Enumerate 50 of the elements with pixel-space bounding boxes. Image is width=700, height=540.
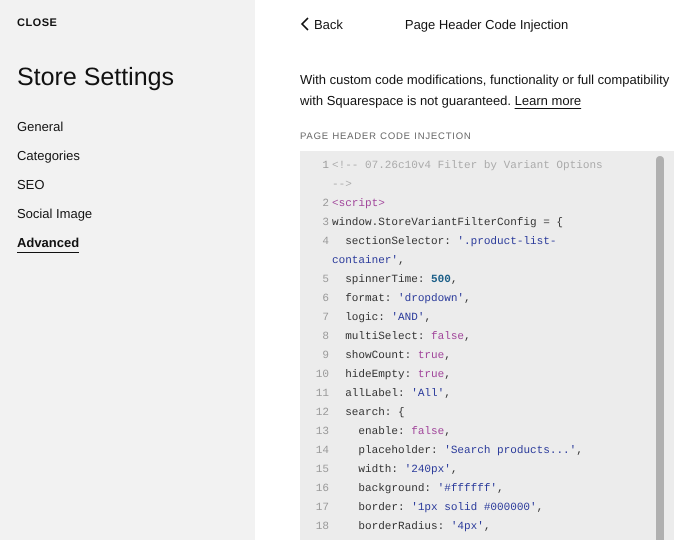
line-number: 3 xyxy=(321,216,330,231)
line-number: 8 xyxy=(321,330,330,345)
scrollbar[interactable] xyxy=(656,156,664,540)
code-line: hideEmpty: true, xyxy=(344,368,452,383)
code-line: showCount: true, xyxy=(344,349,452,364)
line-number: 13 xyxy=(314,425,330,440)
sidebar-item[interactable]: Social Image xyxy=(17,205,92,224)
learn-more-link[interactable]: Learn more xyxy=(514,93,582,108)
line-number: 10 xyxy=(314,368,330,383)
line-number: 7 xyxy=(321,311,330,326)
line-number: 16 xyxy=(314,482,330,497)
sidebar-title: Store Settings xyxy=(17,63,176,92)
sidebar-item[interactable]: SEO xyxy=(17,176,44,195)
code-line: spinnerTime: 500, xyxy=(344,273,458,288)
close-button[interactable]: CLOSE xyxy=(17,17,58,29)
sidebar-item[interactable]: Categories xyxy=(17,147,80,166)
code-line: multiSelect: false, xyxy=(344,330,472,345)
code-line: background: '#ffffff', xyxy=(357,482,505,497)
line-number: 9 xyxy=(321,349,330,364)
code-line: width: '240px', xyxy=(357,463,458,478)
sidebar-item[interactable]: Advanced xyxy=(17,234,80,253)
page-title: Page Header Code Injection xyxy=(404,16,568,32)
line-number: 12 xyxy=(314,406,330,421)
code-line: format: 'dropdown', xyxy=(344,292,472,307)
code-line: window.StoreVariantFilterConfig = { xyxy=(332,216,564,231)
line-number: 14 xyxy=(314,444,330,459)
line-number: 18 xyxy=(314,520,330,535)
sidebar-item[interactable]: General xyxy=(17,118,64,137)
line-number: 5 xyxy=(321,273,330,288)
warning-text: With custom code modifications, functionality or full compatibility with Squarespace is not guaranteed. Learn more xyxy=(300,71,670,110)
code-line: search: { xyxy=(344,406,406,421)
code-line: <!-- 07.26c10v4 Filter by Variant Options --> xyxy=(332,159,604,193)
code-line: enable: false, xyxy=(357,425,452,440)
back-button[interactable]: Back xyxy=(300,16,343,32)
line-number: 2 xyxy=(321,197,330,212)
line-number: 11 xyxy=(314,387,330,402)
line-number: 15 xyxy=(314,463,330,478)
line-number: 1 xyxy=(321,159,330,174)
code-line: <script> xyxy=(332,197,386,212)
line-number: 6 xyxy=(321,292,330,307)
code-editor[interactable] xyxy=(300,151,674,540)
editor-label: PAGE HEADER CODE INJECTION xyxy=(300,131,473,142)
line-number: 4 xyxy=(321,235,330,250)
line-number: 17 xyxy=(314,501,330,516)
code-line: logic: 'AND', xyxy=(344,311,432,326)
chevron-left-icon xyxy=(300,17,310,31)
code-line: placeholder: 'Search products...', xyxy=(357,444,584,459)
code-line: allLabel: 'All', xyxy=(344,387,452,402)
code-line: border: '1px solid #000000', xyxy=(357,501,544,516)
code-line: borderRadius: '4px', xyxy=(357,520,492,535)
